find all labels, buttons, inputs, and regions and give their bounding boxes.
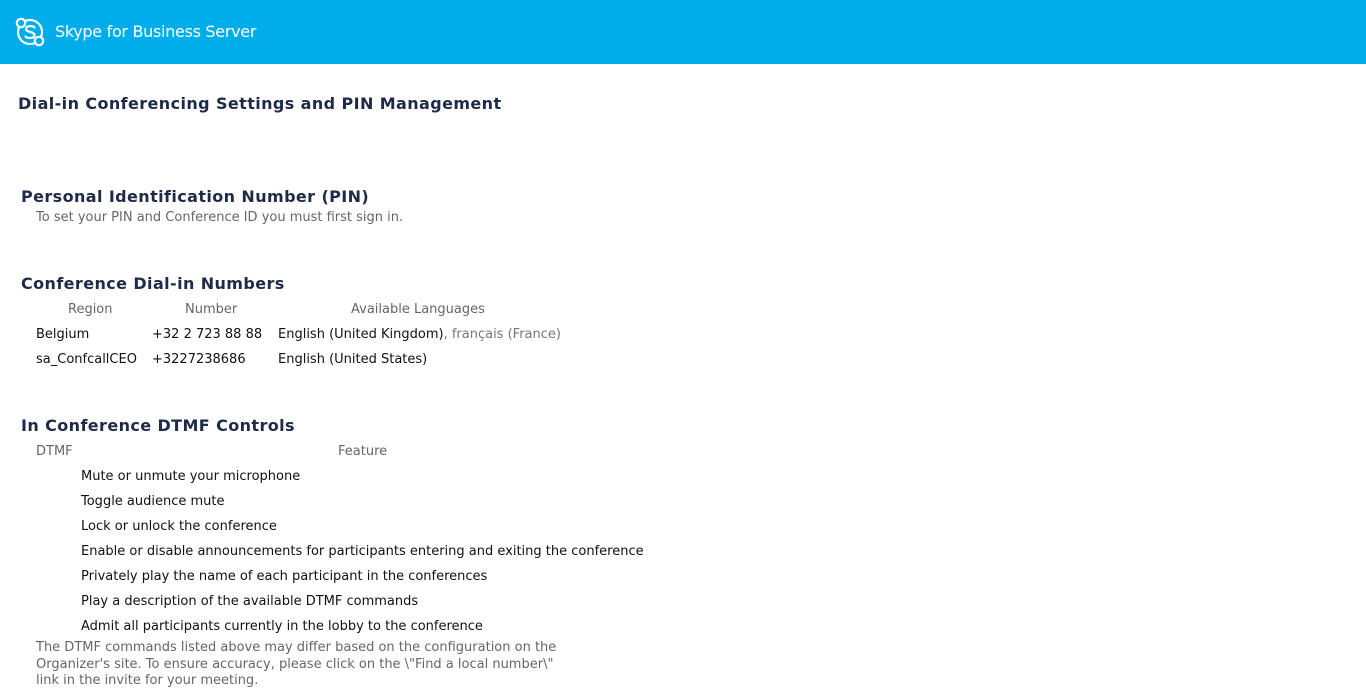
pin-sign-in-message: To set your PIN and Conference ID you mu… [36,210,404,225]
page-title: Dial-in Conferencing Settings and PIN Ma… [18,94,502,113]
dtmf-feature-row: Play a description of the available DTMF… [81,594,419,609]
primary-language: English (United Kingdom) [278,327,444,342]
languages-cell: English (United Kingdom), français (Fran… [278,327,561,342]
primary-language: English (United States) [278,352,428,367]
dtmf-feature-row: Toggle audience mute [81,494,225,509]
dtmf-feature-row: Mute or unmute your microphone [81,469,301,484]
dtmf-section-title: In Conference DTMF Controls [21,416,295,435]
header-bar: Skype for Business Server [0,0,1366,64]
region-cell: sa_ConfcallCEO [36,352,137,367]
dtmf-footnote: The DTMF commands listed above may diffe… [36,640,557,688]
column-header-dtmf: DTMF [36,444,73,459]
dtmf-feature-row: Admit all participants currently in the … [81,619,483,634]
column-header-languages: Available Languages [351,302,485,317]
dtmf-feature-row: Lock or unlock the conference [81,519,277,534]
column-header-feature: Feature [338,444,388,459]
skype-logo-icon [15,17,45,47]
number-cell: +3227238686 [152,352,246,367]
brand-name: Skype for Business Server [55,22,257,41]
languages-cell: English (United States) [278,352,427,367]
dtmf-feature-row: Privately play the name of each particip… [81,569,488,584]
column-header-region: Region [68,302,113,317]
other-languages: , français (France) [443,327,561,342]
pin-section-title: Personal Identification Number (PIN) [21,187,370,206]
dialin-section-title: Conference Dial-in Numbers [21,274,285,293]
column-header-number: Number [185,302,238,317]
dtmf-feature-row: Enable or disable announcements for part… [81,544,644,559]
region-cell: Belgium [36,327,90,342]
number-cell: +32 2 723 88 88 [152,327,263,342]
